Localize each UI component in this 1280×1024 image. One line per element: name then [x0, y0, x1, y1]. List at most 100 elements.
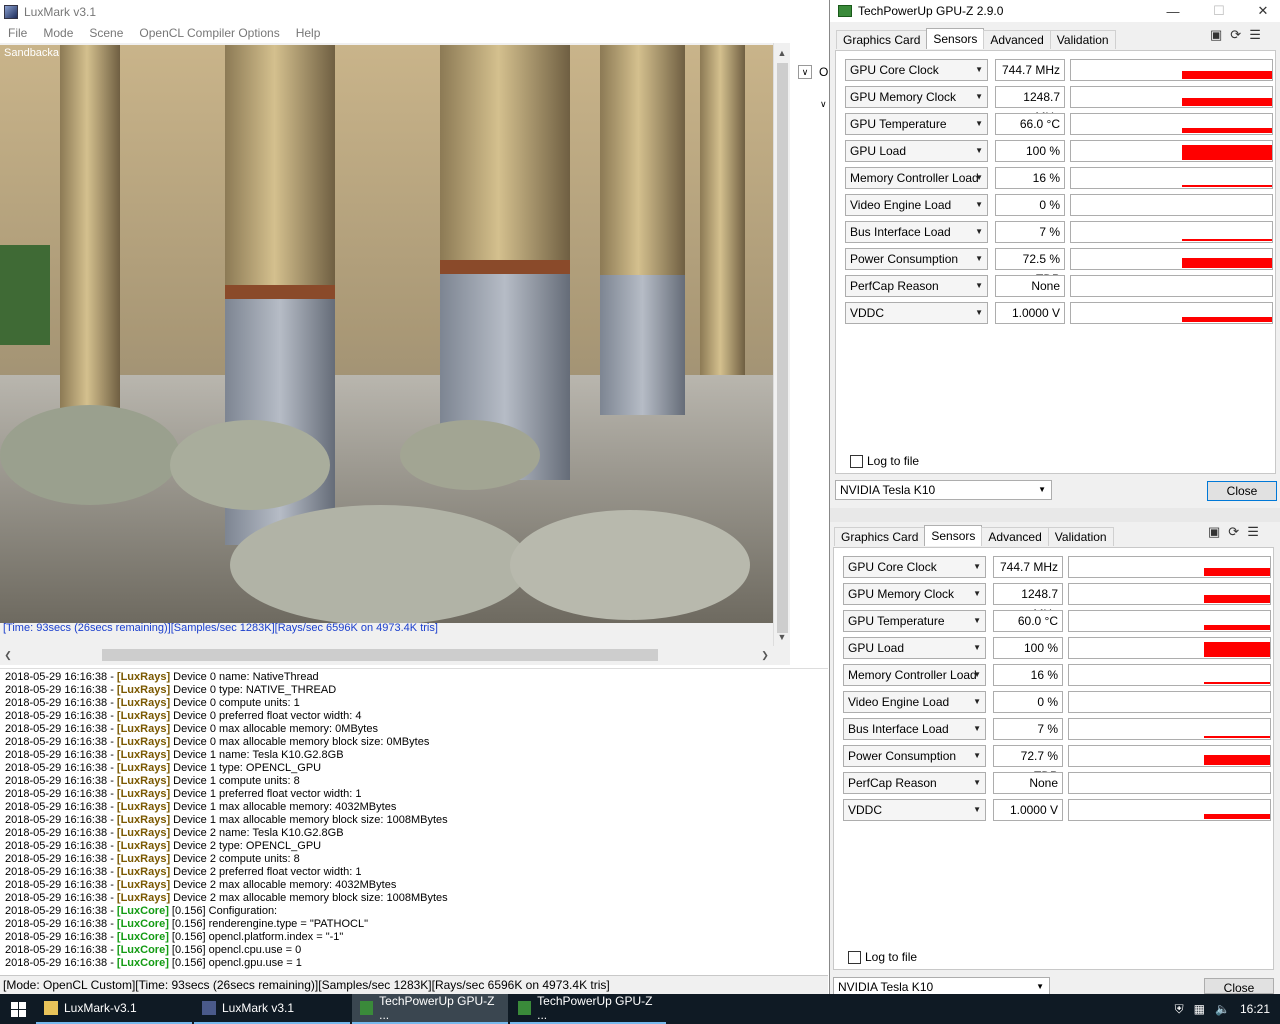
log-message: Device 0 type: NATIVE_THREAD	[170, 684, 337, 696]
luxmark-app-icon	[4, 4, 18, 19]
sensor-name-dropdown[interactable]: Video Engine Load ▼	[843, 691, 986, 713]
sensor-name-dropdown[interactable]: GPU Core Clock ▼	[843, 556, 986, 578]
taskbar-item-luxmark[interactable]: LuxMark v3.1	[194, 994, 350, 1024]
sensor-name-dropdown[interactable]: Power Consumption ▼	[843, 745, 986, 767]
tab-advanced[interactable]: Advanced	[983, 30, 1051, 49]
taskbar-item-gpuz-1[interactable]: TechPowerUp GPU-Z ...	[352, 994, 508, 1024]
screenshot-camera-icon[interactable]: ▣	[1210, 27, 1222, 43]
log-source-tag: [LuxRays]	[116, 749, 171, 761]
taskbar-item-luxmark-folder[interactable]: LuxMark-v3.1	[36, 994, 192, 1024]
tab-validation[interactable]: Validation	[1047, 527, 1114, 546]
sensor-graph	[1068, 556, 1271, 578]
collapse-chevron-icon[interactable]: ∨	[798, 65, 812, 79]
log-line: 2018-05-29 16:16:38 - [LuxCore] [0.156] …	[5, 918, 828, 931]
log-to-file-checkbox[interactable]	[848, 950, 861, 964]
menu-mode[interactable]: Mode	[35, 26, 81, 40]
sensor-name-dropdown[interactable]: PerfCap Reason ▼	[843, 772, 986, 794]
log-to-file-row[interactable]: Log to file	[850, 454, 919, 468]
screenshot-camera-icon[interactable]: ▣	[1208, 524, 1220, 540]
log-message: Device 2 max allocable memory: 4032MByte…	[170, 879, 397, 891]
sensor-name-dropdown[interactable]: GPU Load ▼	[845, 140, 988, 162]
gpu-select-dropdown[interactable]: NVIDIA Tesla K10 ▼	[835, 480, 1052, 500]
clock[interactable]: 16:21	[1240, 1002, 1270, 1016]
sensor-name-dropdown[interactable]: GPU Temperature ▼	[845, 113, 988, 135]
taskbar-item-label: LuxMark-v3.1	[64, 1001, 137, 1015]
taskbar-item-gpuz-2[interactable]: TechPowerUp GPU-Z ...	[510, 994, 666, 1024]
sensor-name-dropdown[interactable]: GPU Temperature ▼	[843, 610, 986, 632]
log-to-file-checkbox[interactable]	[850, 454, 863, 468]
log-output[interactable]: 2018-05-29 16:16:38 - [LuxRays] Device 0…	[0, 668, 828, 973]
refresh-icon[interactable]: ⟳	[1228, 524, 1239, 540]
hamburger-menu-icon[interactable]: ☰	[1249, 27, 1261, 43]
sensor-graph-bar	[1204, 595, 1270, 603]
windows-start-icon[interactable]	[0, 994, 36, 1024]
log-source-tag: [LuxCore]	[116, 944, 169, 956]
scroll-down-icon[interactable]: ▼	[774, 629, 790, 645]
tab-sensors[interactable]: Sensors	[926, 28, 985, 49]
sensor-name-dropdown[interactable]: VDDC ▼	[845, 302, 988, 324]
sensor-graph-bar	[1182, 145, 1272, 160]
sensor-value: 1248.7 MHz	[995, 86, 1065, 124]
log-source-tag: [LuxRays]	[116, 840, 171, 852]
chevron-down-icon: ▼	[973, 616, 981, 625]
log-timestamp: 2018-05-29 16:16:38 -	[5, 749, 117, 761]
scroll-up-icon[interactable]: ▲	[774, 45, 790, 61]
sensor-name-dropdown[interactable]: Power Consumption ▼	[845, 248, 988, 270]
sensor-name-dropdown[interactable]: GPU Load ▼	[843, 637, 986, 659]
expand-chevron-icon[interactable]: ∨	[820, 99, 827, 110]
scroll-right-icon[interactable]: ❯	[757, 647, 773, 663]
chevron-down-icon: ▼	[975, 227, 983, 236]
menu-opencl-compiler-options[interactable]: OpenCL Compiler Options	[131, 26, 287, 40]
tab-graphics-card[interactable]: Graphics Card	[834, 527, 926, 546]
tab-sensors[interactable]: Sensors	[924, 525, 983, 546]
chevron-down-icon: ▼	[973, 805, 981, 814]
vertical-scroll-thumb[interactable]	[777, 63, 788, 633]
log-line: 2018-05-29 16:16:38 - [LuxCore] [0.156] …	[5, 944, 828, 957]
close-button[interactable]: Close	[1204, 978, 1274, 995]
log-timestamp: 2018-05-29 16:16:38 -	[5, 697, 117, 709]
menu-file[interactable]: File	[0, 26, 35, 40]
sensor-name-dropdown[interactable]: Bus Interface Load ▼	[843, 718, 986, 740]
log-line: 2018-05-29 16:16:38 - [LuxRays] Device 2…	[5, 840, 828, 853]
minimize-icon[interactable]: —	[1150, 0, 1196, 22]
tab-advanced[interactable]: Advanced	[981, 527, 1049, 546]
chevron-down-icon: ▼	[975, 146, 983, 155]
sensor-name-dropdown[interactable]: GPU Core Clock ▼	[845, 59, 988, 81]
sensor-graph	[1068, 637, 1271, 659]
tab-validation[interactable]: Validation	[1049, 30, 1116, 49]
sensor-name-dropdown[interactable]: GPU Memory Clock ▼	[845, 86, 988, 108]
close-button[interactable]: Close	[1207, 481, 1277, 501]
horizontal-scrollbar[interactable]: ❮ ❯	[0, 646, 773, 664]
scroll-left-icon[interactable]: ❮	[0, 647, 16, 663]
log-message: Device 1 preferred float vector width: 1	[170, 788, 362, 800]
sensor-name-dropdown[interactable]: VDDC ▼	[843, 799, 986, 821]
tab-graphics-card[interactable]: Graphics Card	[836, 30, 928, 49]
vertical-scrollbar[interactable]: ▲ ▼	[773, 43, 790, 646]
sensor-name-dropdown[interactable]: Memory Controller Load ▼	[843, 664, 986, 686]
sensor-graph-bar	[1182, 71, 1272, 79]
horizontal-scroll-thumb[interactable]	[102, 649, 658, 661]
hamburger-menu-icon[interactable]: ☰	[1247, 524, 1259, 540]
security-shield-icon[interactable]: ⛨	[1175, 1002, 1184, 1017]
sensor-name-dropdown[interactable]: PerfCap Reason ▼	[845, 275, 988, 297]
volume-muted-icon[interactable]: 🔈	[1215, 1002, 1230, 1016]
sensor-row: Bus Interface Load ▼ 7 %	[845, 221, 1277, 243]
sensor-row: Video Engine Load ▼ 0 %	[843, 691, 1275, 713]
sensor-name-dropdown[interactable]: GPU Memory Clock ▼	[843, 583, 986, 605]
log-to-file-row[interactable]: Log to file	[848, 950, 917, 964]
sensor-name-dropdown[interactable]: Bus Interface Load ▼	[845, 221, 988, 243]
sensor-row: GPU Core Clock ▼ 744.7 MHz	[845, 59, 1277, 81]
sensor-row: Memory Controller Load ▼ 16 %	[845, 167, 1277, 189]
menu-scene[interactable]: Scene	[81, 26, 131, 40]
sensor-name-dropdown[interactable]: Video Engine Load ▼	[845, 194, 988, 216]
menu-help[interactable]: Help	[288, 26, 329, 40]
chevron-down-icon: ▼	[975, 65, 983, 74]
network-icon[interactable]: ▦	[1194, 1002, 1205, 1016]
log-message: Device 0 max allocable memory: 0MBytes	[170, 723, 378, 735]
close-icon[interactable]: ✕	[1240, 0, 1280, 22]
sensor-name-dropdown[interactable]: Memory Controller Load ▼	[845, 167, 988, 189]
taskbar-item-label: TechPowerUp GPU-Z ...	[379, 994, 495, 1022]
refresh-icon[interactable]: ⟳	[1230, 27, 1241, 43]
gpuz-window-1: TechPowerUp GPU-Z 2.9.0 — ☐ ✕ Graphics C…	[829, 0, 1280, 508]
maximize-icon[interactable]: ☐	[1196, 0, 1242, 22]
